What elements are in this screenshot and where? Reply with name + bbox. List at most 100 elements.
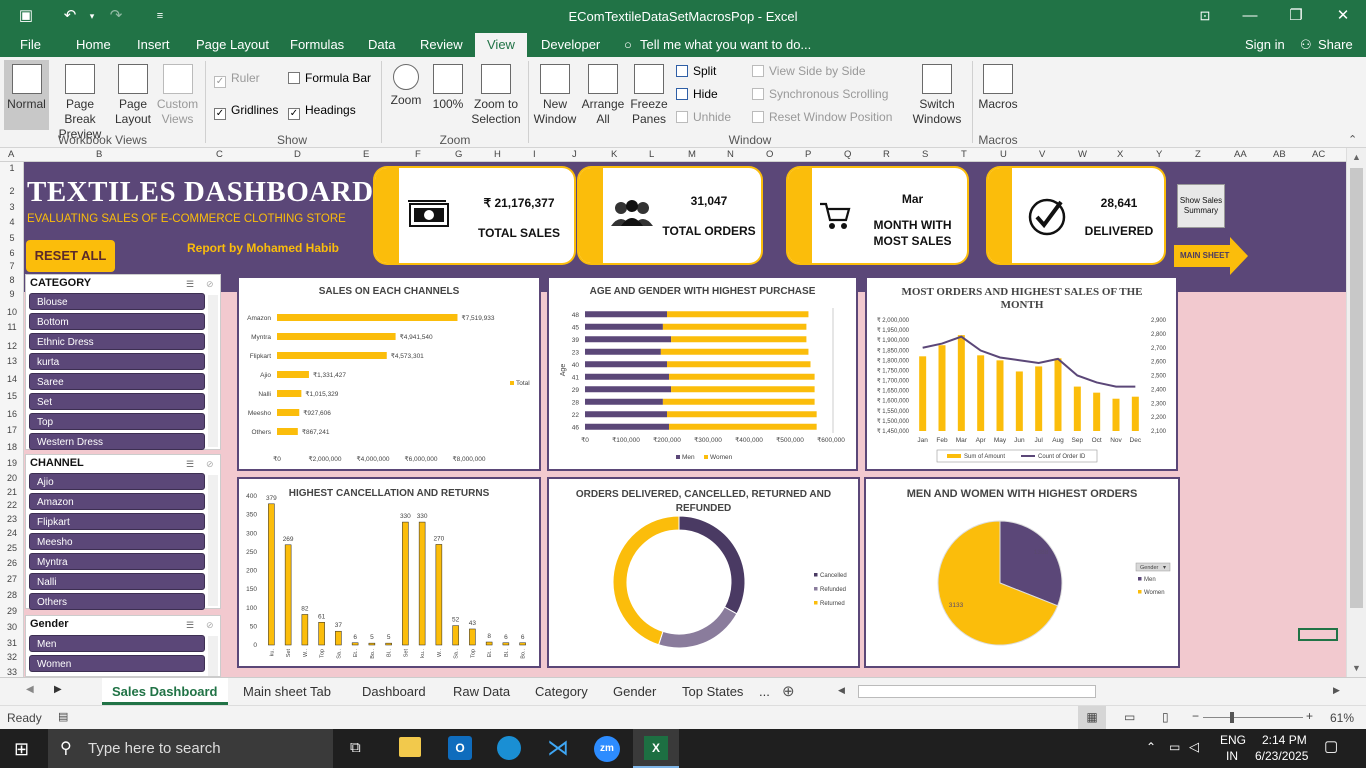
slicer-item[interactable]: Women [29, 655, 205, 672]
column-header[interactable]: F [415, 149, 421, 160]
slicer-item[interactable]: Flipkart [29, 513, 205, 530]
slicer-channel[interactable]: CHANNEL ☰ ⊘ Ajio Amazon Flipkart Meesho Mynt… [25, 454, 221, 610]
main-sheet-button[interactable]: MAIN SHEET [1174, 237, 1248, 278]
row-header[interactable]: 15 [0, 391, 24, 401]
row-header[interactable]: 33 [0, 667, 24, 677]
slicer-item[interactable]: Ethnic Dress [29, 333, 205, 350]
column-header[interactable]: W [1078, 149, 1087, 160]
column-header[interactable]: E [363, 149, 369, 160]
sheet-tab[interactable]: Sales Dashboard [102, 678, 228, 705]
arrange-all-button[interactable]: Arrange All [580, 64, 626, 127]
windows-start-icon[interactable]: ⊞ [14, 739, 29, 760]
zoom-button[interactable]: Zoom [386, 64, 426, 108]
slicer-item[interactable]: Bottom [29, 313, 205, 330]
row-header[interactable]: 11 [0, 322, 24, 332]
row-header[interactable]: 32 [0, 652, 24, 662]
chart-cancellations[interactable]: HIGHEST CANCELLATION AND RETURNS 400 350 3… [237, 477, 541, 668]
tab-insert[interactable]: Insert [137, 37, 170, 52]
tab-file[interactable]: File [20, 37, 41, 52]
collapse-ribbon-icon[interactable]: ⌃ [1348, 133, 1357, 146]
column-header[interactable]: C [216, 149, 223, 160]
row-header[interactable]: 10 [0, 307, 24, 317]
zoom-to-selection-button[interactable]: Zoom to Selection [468, 64, 524, 127]
new-window-button[interactable]: New Window [532, 64, 578, 127]
slicer-item[interactable]: Nalli [29, 573, 205, 590]
row-header[interactable]: 19 [0, 458, 24, 468]
row-header[interactable]: 5 [0, 233, 24, 243]
row-header[interactable]: 14 [0, 374, 24, 384]
clock-time[interactable]: 2:14 PM [1262, 733, 1307, 747]
macro-record-icon[interactable]: ▤ [58, 710, 68, 723]
excel-taskbar-item[interactable]: X [633, 729, 679, 768]
column-header[interactable]: K [611, 149, 617, 160]
sheet-tab[interactable]: Main sheet Tab [243, 684, 331, 699]
tab-data[interactable]: Data [368, 37, 395, 52]
slicer-item[interactable]: kurta [29, 353, 205, 370]
slicer-gender[interactable]: Gender ☰ ⊘ Men Women [25, 615, 221, 677]
scrollbar[interactable] [208, 295, 218, 447]
row-header[interactable]: 17 [0, 425, 24, 435]
zoom-out-icon[interactable]: − [1192, 709, 1199, 723]
column-header[interactable]: Q [844, 149, 851, 160]
slicer-category[interactable]: CATEGORY ☰ ⊘ Blouse Bottom Ethnic Dress kur… [25, 274, 221, 450]
column-header[interactable]: X [1117, 149, 1123, 160]
new-sheet-icon[interactable]: ⊕ [782, 682, 795, 700]
row-header[interactable]: 22 [0, 500, 24, 510]
tab-page-layout[interactable]: Page Layout [196, 37, 269, 52]
share-button[interactable]: Share [1318, 37, 1353, 52]
row-header[interactable]: 29 [0, 606, 24, 616]
file-explorer-icon[interactable] [399, 737, 421, 757]
row-header[interactable]: 6 [0, 248, 24, 258]
column-header[interactable]: V [1039, 149, 1045, 160]
row-header[interactable]: 16 [0, 409, 24, 419]
row-header[interactable]: 7 [0, 261, 24, 271]
scroll-thumb[interactable] [1350, 168, 1363, 608]
headings-checkbox[interactable]: ✓ Headings [288, 103, 356, 120]
row-header[interactable]: 2 [0, 186, 24, 196]
slicer-item[interactable]: Men [29, 635, 205, 652]
tab-review[interactable]: Review [420, 37, 463, 52]
tell-me-search[interactable]: Tell me what you want to do... [640, 37, 811, 52]
row-header[interactable]: 21 [0, 487, 24, 497]
chart-age-gender[interactable]: AGE AND GENDER WITH HIGHEST PURCHASE ₹0 ₹… [547, 276, 858, 471]
language-indicator[interactable]: ENG [1220, 733, 1246, 747]
edge-icon[interactable] [497, 736, 521, 760]
switch-windows-button[interactable]: Switch Windows [906, 64, 968, 127]
show-sales-summary-button[interactable]: Show Sales Summary [1177, 184, 1225, 228]
column-header[interactable]: T [961, 149, 967, 160]
tab-view[interactable]: View [475, 33, 527, 57]
slicer-item[interactable]: Myntra [29, 553, 205, 570]
column-header[interactable]: Z [1195, 149, 1201, 160]
chart-gender-orders[interactable]: MEN AND WOMEN WITH HIGHEST ORDERS 1388 31… [864, 477, 1180, 668]
row-header[interactable]: 27 [0, 574, 24, 584]
row-header[interactable]: 28 [0, 590, 24, 600]
close-icon[interactable]: ✕ [1331, 5, 1355, 27]
sheet-tab[interactable]: Gender [613, 684, 656, 699]
column-header[interactable]: I [533, 149, 536, 160]
column-header[interactable]: U [1000, 149, 1007, 160]
zoom-100-button[interactable]: 100% [430, 64, 466, 112]
chart-order-status[interactable]: ORDERS DELIVERED, CANCELLED, RETURNED AN… [547, 477, 860, 668]
horizontal-scroll-thumb[interactable] [858, 685, 1096, 698]
column-header[interactable]: AC [1312, 149, 1325, 160]
sheet-tab[interactable]: Raw Data [453, 684, 510, 699]
worksheet[interactable]: TEXTILES DASHBOARD EVALUATING SALES OF E… [24, 162, 1346, 677]
tab-formulas[interactable]: Formulas [290, 37, 344, 52]
slicer-item[interactable]: Blouse [29, 293, 205, 310]
multi-select-icon[interactable]: ☰ [186, 279, 194, 290]
more-sheets-button[interactable]: ... [759, 684, 770, 699]
restore-icon[interactable]: ❐ [1284, 5, 1308, 27]
zoom-in-icon[interactable]: + [1306, 709, 1313, 723]
slicer-item[interactable]: Western Dress [29, 433, 205, 450]
column-header[interactable]: N [727, 149, 734, 160]
zoom-app-icon[interactable]: zm [594, 736, 620, 762]
scrollbar[interactable] [208, 636, 218, 676]
column-header[interactable]: R [883, 149, 890, 160]
volume-icon[interactable]: ◁ [1189, 739, 1199, 755]
taskbar-search-box[interactable]: ⚲ Type here to search [48, 729, 333, 768]
gridlines-checkbox[interactable]: ✓ Gridlines [214, 103, 278, 120]
row-header[interactable]: 23 [0, 514, 24, 524]
row-header[interactable]: 9 [0, 289, 24, 299]
page-layout-status-icon[interactable]: ▭ [1124, 710, 1135, 724]
multi-select-icon[interactable]: ☰ [186, 620, 194, 631]
